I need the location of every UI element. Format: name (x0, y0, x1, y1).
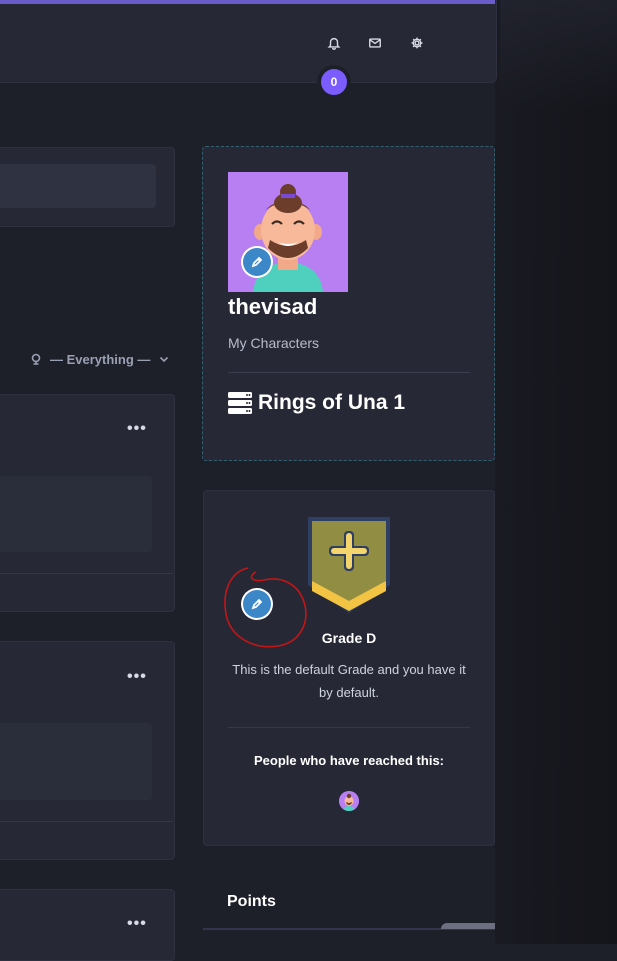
filter-label: — Everything — (50, 351, 151, 367)
grade-divider (228, 727, 470, 728)
page-background-side (495, 0, 617, 944)
pencil-icon (251, 256, 263, 268)
more-options-icon[interactable]: ••• (127, 421, 147, 437)
grade-title: Grade D (321, 630, 377, 646)
chevron-down-icon (160, 356, 169, 363)
feed-item-content (0, 476, 152, 552)
feed-item-card (0, 889, 175, 961)
feed-item-divider (0, 821, 173, 822)
mail-icon[interactable] (364, 32, 386, 54)
search-input[interactable] (0, 164, 156, 208)
top-accent-strip (0, 0, 495, 4)
server-icon (228, 392, 252, 414)
my-characters-link[interactable]: My Characters (228, 335, 319, 351)
bell-icon[interactable] (323, 32, 345, 54)
feed-item-divider (0, 573, 173, 574)
more-options-icon[interactable]: ••• (127, 669, 147, 685)
notification-count-badge[interactable]: 0 (321, 69, 347, 95)
character-name: Rings of Una 1 (258, 391, 406, 414)
globe-icon (31, 353, 41, 365)
background-artwork (500, 0, 617, 110)
character-link[interactable]: Rings of Una 1 (228, 391, 405, 415)
edit-avatar-button[interactable] (243, 248, 271, 276)
profile-divider (228, 372, 470, 373)
avatar[interactable] (228, 172, 348, 292)
more-options-icon[interactable]: ••• (127, 916, 147, 932)
grade-description: This is the default Grade and you have i… (232, 662, 466, 700)
points-heading: Points (227, 893, 276, 910)
feed-item-content (0, 723, 152, 800)
member-avatar[interactable] (339, 791, 359, 811)
reached-label: People who have reached this: (254, 753, 444, 768)
points-tab-indicator (441, 923, 495, 929)
grade-badge-icon (306, 515, 392, 615)
profile-username: thevisad (228, 294, 318, 319)
gear-icon[interactable] (406, 32, 428, 54)
activity-filter-dropdown[interactable]: — Everything — (30, 349, 170, 369)
